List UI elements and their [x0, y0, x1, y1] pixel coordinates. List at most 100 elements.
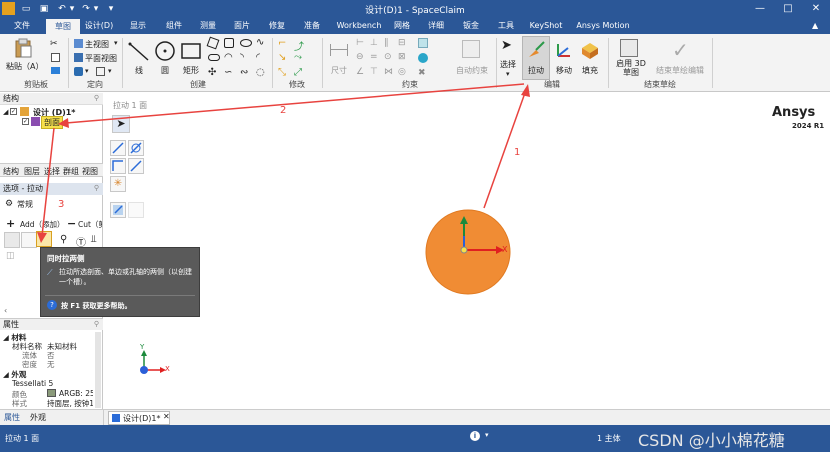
- line-icon[interactable]: [128, 40, 150, 62]
- pull-one-side-icon[interactable]: [21, 232, 37, 248]
- tab-views[interactable]: 视图: [82, 166, 98, 177]
- main-view-dropdown-icon[interactable]: ▾: [114, 39, 118, 47]
- pull-both-sides-icon[interactable]: [4, 232, 20, 248]
- tree-checkbox[interactable]: ✓: [10, 108, 17, 115]
- collapse-ribbon-icon[interactable]: ▲: [812, 21, 818, 30]
- tangent-arc-icon[interactable]: ◝: [240, 52, 244, 63]
- tab-sheet-metal[interactable]: 钣金: [458, 18, 484, 34]
- end-sketch-check-icon[interactable]: ✓: [672, 38, 689, 62]
- fill-icon[interactable]: [580, 40, 600, 60]
- ellipse-icon[interactable]: [240, 39, 252, 47]
- paste-icon[interactable]: [14, 38, 32, 58]
- close-button[interactable]: ✕: [802, 0, 830, 18]
- sweep-arc-icon[interactable]: ◜: [256, 52, 260, 63]
- copy-icon[interactable]: [51, 53, 60, 62]
- orbit-dropdown-icon[interactable]: ▾: [85, 67, 89, 75]
- select-tool-icon[interactable]: ➤: [112, 115, 130, 133]
- properties-scrollbar[interactable]: [95, 332, 101, 408]
- enable-3d-sketch-icon[interactable]: [620, 39, 638, 57]
- move-label[interactable]: 移动: [556, 65, 572, 76]
- tab-design[interactable]: 设计(D): [82, 18, 116, 34]
- create-corner-icon[interactable]: ⌐: [278, 38, 286, 49]
- offset-curve-icon[interactable]: ◌: [256, 67, 265, 78]
- tab-detail[interactable]: 详细: [424, 18, 448, 34]
- tab-groups[interactable]: 群组: [63, 166, 79, 177]
- tab-selection[interactable]: 选择: [44, 166, 60, 177]
- tab-workbench[interactable]: Workbench: [334, 18, 384, 34]
- complete-icon[interactable]: [110, 202, 126, 218]
- delete-constraint-icon[interactable]: ✖: [418, 68, 426, 78]
- add-icon[interactable]: +: [6, 217, 15, 230]
- enable-3d-sketch-label[interactable]: 启用 3D 草图: [612, 59, 650, 77]
- home-view-icon[interactable]: [74, 39, 83, 48]
- tree-child-label[interactable]: 剖面: [41, 116, 63, 129]
- scroll-left-icon[interactable]: ‹: [4, 306, 7, 315]
- move-icon[interactable]: [554, 40, 574, 60]
- fill-label[interactable]: 填充: [582, 65, 598, 76]
- pin-icon[interactable]: ⚲: [94, 94, 99, 102]
- tab-measure[interactable]: 测量: [194, 18, 222, 34]
- line-label[interactable]: 线: [135, 65, 143, 76]
- cut-option-icon[interactable]: −: [67, 217, 76, 230]
- style-value[interactable]: 持面层, 按钟1: [47, 398, 93, 409]
- pivot-icon[interactable]: ✳: [110, 176, 126, 192]
- split-curve-icon[interactable]: ↘: [278, 52, 286, 63]
- tab-repair[interactable]: 修复: [263, 18, 291, 34]
- pull-both-sides-active-icon[interactable]: [36, 231, 52, 247]
- up-to-icon[interactable]: [128, 158, 144, 174]
- direction-icon[interactable]: [110, 158, 126, 174]
- pull-label[interactable]: 拉动: [528, 65, 544, 76]
- tab-prepare[interactable]: 准备: [298, 18, 326, 34]
- pull-guide-2-icon[interactable]: [128, 140, 144, 156]
- trim-away-icon[interactable]: ⤴: [294, 38, 304, 53]
- cut-icon[interactable]: ✂: [50, 39, 58, 49]
- extend-icon[interactable]: ⤳: [294, 52, 302, 63]
- zoom-dropdown-icon[interactable]: ▾: [108, 67, 112, 75]
- tab-facets[interactable]: 面片: [228, 18, 256, 34]
- tab-tools[interactable]: 工具: [494, 18, 518, 34]
- face-curve-icon[interactable]: ∾: [240, 67, 248, 78]
- plane-view-label[interactable]: 平面视图: [85, 53, 117, 64]
- show-constraints-icon[interactable]: [418, 38, 428, 48]
- color-swatch[interactable]: [47, 389, 56, 397]
- design-canvas[interactable]: 拉动 1 面 Ansys 2024 R1 ➤ ✳ X Y X: [104, 93, 830, 409]
- density-value[interactable]: 无: [47, 359, 55, 370]
- tab-structure[interactable]: 结构: [3, 166, 19, 177]
- add-option-label[interactable]: Add（添加）: [20, 219, 65, 230]
- revolve-icon[interactable]: ⚲: [60, 234, 67, 245]
- zoom-icon[interactable]: [96, 67, 105, 76]
- tab-ansys-motion[interactable]: Ansys Motion: [574, 18, 632, 34]
- info-icon[interactable]: i: [470, 431, 480, 441]
- rectangle-icon[interactable]: [180, 40, 202, 62]
- minimize-button[interactable]: —: [746, 0, 774, 18]
- tab-sketch[interactable]: 草图: [46, 19, 80, 34]
- pull-handle[interactable]: [454, 216, 514, 266]
- select-label[interactable]: 选择: [500, 59, 516, 70]
- tab-keyshot[interactable]: KeyShot: [526, 18, 566, 34]
- paste-label[interactable]: 粘贴（A）: [6, 61, 43, 72]
- arc-icon[interactable]: ◠: [224, 52, 233, 63]
- scale-icon[interactable]: ⤡: [278, 67, 286, 78]
- tab-mesh[interactable]: 网格: [390, 18, 414, 34]
- mirror-icon[interactable]: ⤢: [294, 67, 302, 78]
- tree-expand-icon[interactable]: ◢: [3, 108, 8, 116]
- tab-display[interactable]: 显示: [124, 18, 152, 34]
- select-dropdown-icon[interactable]: ▾: [506, 70, 510, 78]
- info-dropdown-icon[interactable]: ▾: [485, 431, 489, 439]
- three-point-arc-icon[interactable]: ∽: [224, 67, 232, 78]
- format-painter-icon[interactable]: [51, 67, 60, 74]
- cut-option-label[interactable]: Cut（剪: [78, 219, 102, 230]
- spline-icon[interactable]: ∿: [256, 37, 264, 48]
- close-tab-icon[interactable]: ✕: [163, 412, 170, 421]
- point-icon[interactable]: ✣: [208, 67, 216, 78]
- pin-icon[interactable]: ⚲: [94, 320, 99, 328]
- plane-view-icon[interactable]: [74, 53, 83, 62]
- circle-label[interactable]: 圆: [161, 65, 169, 76]
- maximize-button[interactable]: □: [774, 0, 802, 18]
- doc-tab[interactable]: 设计(D)1* ✕: [108, 411, 170, 425]
- tab-file[interactable]: 文件: [8, 18, 36, 34]
- select-icon[interactable]: ➤: [501, 38, 512, 53]
- polygon-icon[interactable]: [224, 38, 234, 48]
- pull-guide-icon[interactable]: [110, 140, 126, 156]
- end-sketch-edit-label[interactable]: 结束草绘编辑: [656, 65, 704, 76]
